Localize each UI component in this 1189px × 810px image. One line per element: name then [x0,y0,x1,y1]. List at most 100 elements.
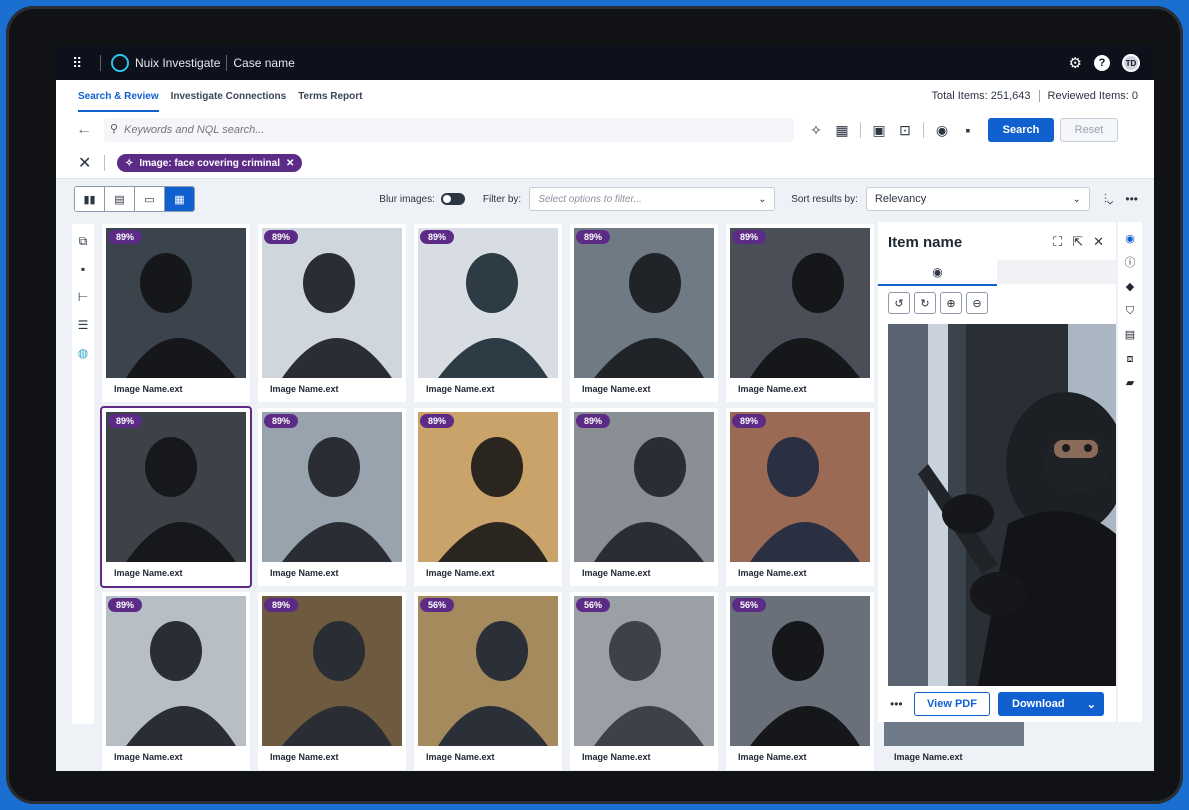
eye-icon: ◉ [932,265,943,279]
gear-icon[interactable]: ⚙ [1069,54,1082,72]
grid-view-icon[interactable]: ▦ [165,187,194,211]
thumbnail-picture [418,228,558,378]
match-score-badge: 89% [420,230,455,244]
match-score-badge: 89% [108,598,143,612]
result-card-name: Image Name.ext [114,568,183,578]
result-card[interactable]: 89% Image Name.ext [414,224,562,402]
match-score-badge: 89% [732,230,767,244]
result-card[interactable]: 89% Image Name.ext [570,408,718,586]
tab-terms-report[interactable]: Terms Report [298,81,362,112]
chart-view-icon[interactable]: ▮▮ [75,187,105,211]
tab-row: Search & Review Investigate Connections … [56,80,1154,113]
laptop-frame: ⠿ Nuix Investigate Case name ⚙ ? TD Sear… [6,6,1183,804]
tab-preview[interactable]: ◉ [878,260,997,286]
more-icon[interactable]: ••• [890,697,906,711]
match-score-badge: 56% [420,598,455,612]
result-thumbnail [418,412,558,562]
result-card[interactable]: 89% Image Name.ext [102,592,250,770]
item-totals: Total Items: 251,643 Reviewed Items: 0 [931,90,1138,102]
result-card[interactable]: 89% Image Name.ext [726,408,874,586]
image-search-icon[interactable]: ✧ [808,122,824,138]
hierarchy-icon[interactable]: ⧉ [76,234,90,248]
single-view-icon[interactable]: ▭ [135,187,165,211]
tab-other[interactable] [997,260,1116,284]
leaf-icon[interactable]: ◍ [76,346,90,360]
date-filter-icon[interactable]: ▦ [834,122,850,138]
chevron-down-icon: ⌄ [1072,193,1081,205]
sort-select[interactable]: Relevancy ⌄ [865,187,1090,211]
save-icon[interactable]: ▪ [76,262,90,276]
thumbnail-picture [574,596,714,746]
shield-icon[interactable]: ⛉ [1123,304,1137,318]
result-card-name: Image Name.ext [738,568,807,578]
tree-icon[interactable]: ⊢ [76,290,90,304]
result-card[interactable]: 56% Image Name.ext [414,592,562,770]
match-score-badge: 89% [264,230,299,244]
sort-label: Sort results by: [791,193,858,205]
close-icon[interactable]: ✕ [1093,234,1104,250]
result-thumbnail [730,228,870,378]
folder-icon[interactable]: ▰ [1123,376,1137,390]
result-thumbnail [574,412,714,562]
avatar[interactable]: TD [1122,54,1140,72]
result-card-name: Image Name.ext [738,384,807,394]
result-card-name: Image Name.ext [582,568,651,578]
divider [1038,90,1040,102]
result-card[interactable]: 89% Image Name.ext [258,592,406,770]
zoom-out-icon[interactable]: ⊖ [966,292,988,314]
eye-icon[interactable]: ◉ [1123,232,1137,246]
extra-actions: ⫶⌄ ••• [1104,192,1138,207]
save-icon[interactable]: ▪ [960,122,976,138]
match-score-badge: 89% [264,598,299,612]
scan-icon[interactable]: ⊡ [897,122,913,138]
result-card[interactable]: 89% Image Name.ext [102,224,250,402]
search-button[interactable]: Search [988,118,1054,142]
divider [860,122,861,138]
comment-icon[interactable]: ▤ [1123,328,1137,342]
eye-icon[interactable]: ◉ [934,122,950,138]
match-score-badge: 89% [108,230,143,244]
preview-tools: ↺ ↻ ⊕ ⊖ [888,292,988,314]
info-icon[interactable]: ⓘ [1123,256,1137,270]
filter-select[interactable]: Select options to filter... ⌄ [529,187,776,211]
result-card[interactable]: 89% Image Name.ext [570,224,718,402]
tab-investigate-connections[interactable]: Investigate Connections [171,81,287,112]
sliders-icon[interactable]: ☰ [76,318,90,332]
blur-toggle[interactable] [440,193,465,205]
app-grid-icon[interactable]: ⠿ [72,55,90,72]
rotate-right-icon[interactable]: ↻ [914,292,936,314]
clear-filters-icon[interactable]: ✕ [78,153,94,173]
help-icon[interactable]: ? [1094,55,1110,71]
calendar-icon[interactable]: ▣ [871,122,887,138]
open-external-icon[interactable]: ⇱ [1072,234,1083,250]
back-arrow-icon[interactable]: ← [76,121,96,139]
download-button[interactable]: Download ⌄ [998,692,1104,716]
filter-chip[interactable]: ✧ Image: face covering criminal ✕ [117,154,303,172]
result-card[interactable]: 56% Image Name.ext [726,592,874,770]
more-icon[interactable]: ••• [1125,192,1138,207]
add-column-icon[interactable]: ⫶⌄ [1104,192,1113,207]
rotate-left-icon[interactable]: ↺ [888,292,910,314]
close-icon[interactable]: ✕ [286,158,294,169]
reset-button[interactable]: Reset [1060,118,1118,142]
result-card[interactable]: 89% Image Name.ext [258,408,406,586]
match-score-badge: 89% [108,414,143,428]
result-card[interactable]: 89% Image Name.ext [100,406,252,588]
zoom-in-icon[interactable]: ⊕ [940,292,962,314]
thumbnail-picture [418,596,558,746]
case-name[interactable]: Case name [233,56,294,70]
search-input[interactable] [104,118,794,142]
partial-card-name: Image Name.ext [894,752,963,762]
share-icon[interactable]: ⧈ [1123,352,1137,366]
view-pdf-button[interactable]: View PDF [914,692,990,716]
tab-search-review[interactable]: Search & Review [78,81,159,112]
tag-icon[interactable]: ◆ [1123,280,1137,294]
chevron-down-icon[interactable]: ⌄ [1087,698,1096,711]
app-screen: ⠿ Nuix Investigate Case name ⚙ ? TD Sear… [56,46,1154,771]
result-card[interactable]: 89% Image Name.ext [258,224,406,402]
result-card[interactable]: 89% Image Name.ext [414,408,562,586]
table-view-icon[interactable]: ▤ [105,187,135,211]
fullscreen-icon[interactable]: ⛶ [1053,234,1062,250]
result-card[interactable]: 56% Image Name.ext [570,592,718,770]
result-card[interactable]: 89% Image Name.ext [726,224,874,402]
